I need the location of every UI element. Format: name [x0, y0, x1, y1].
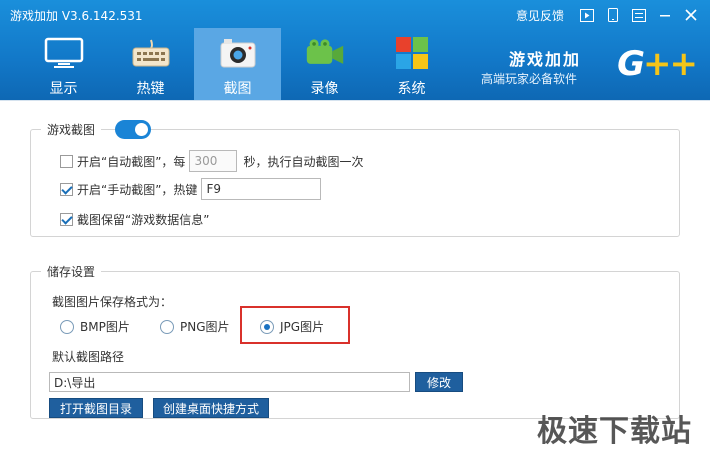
create-shortcut-button[interactable]: 创建桌面快捷方式 [153, 398, 269, 418]
video-camera-icon [305, 36, 345, 70]
settings-icon[interactable] [626, 0, 652, 30]
keep-info-label: 截图保留“游戏数据信息” [77, 213, 210, 227]
screenshot-enable-toggle[interactable] [115, 120, 151, 139]
tab-screenshot[interactable]: 截图 [194, 28, 281, 100]
format-png-option[interactable]: PNG图片 [160, 318, 230, 335]
app-header: 游戏加加 V3.6.142.531 意见反馈 显示 热键 截图 录像 系统 游戏… [0, 0, 710, 100]
brand-subtitle: 高端玩家必备软件 [481, 72, 578, 86]
tab-system[interactable]: 系统 [368, 28, 455, 100]
tab-label: 热键 [136, 81, 165, 97]
format-jpg-radio[interactable] [260, 319, 274, 334]
save-path-input[interactable]: D:\导出 [49, 372, 410, 392]
tab-label: 显示 [49, 81, 78, 97]
keep-info-checkbox[interactable] [60, 213, 73, 226]
format-jpg-option[interactable]: JPG图片 [260, 318, 324, 335]
format-png-radio[interactable] [160, 319, 174, 334]
app-title: 游戏加加 V3.6.142.531 [10, 9, 143, 23]
toggle-knob [135, 123, 148, 136]
auto-screenshot-checkbox[interactable] [60, 154, 73, 168]
auto-screenshot-row: 开启“自动截图”，每 300 秒，执行自动截图一次 [60, 150, 363, 172]
feedback-link[interactable]: 意见反馈 [516, 7, 564, 24]
format-bmp-option[interactable]: BMP图片 [60, 318, 130, 335]
tab-label: 系统 [397, 81, 426, 97]
tab-recording[interactable]: 录像 [281, 28, 368, 100]
manual-screenshot-checkbox[interactable] [60, 182, 73, 196]
monitor-icon [44, 36, 84, 70]
camera-icon [218, 36, 258, 70]
manual-screenshot-label: 开启“手动截图”，热键 [77, 182, 198, 197]
path-label: 默认截图路径 [52, 350, 125, 364]
format-bmp-radio[interactable] [60, 319, 74, 334]
title-bar-controls: 意见反馈 [516, 0, 710, 30]
system-grid-icon [392, 36, 432, 70]
format-png-label: PNG图片 [180, 320, 230, 334]
format-jpg-label: JPG图片 [280, 320, 325, 334]
brand-block: 游戏加加 高端玩家必备软件 G++ [481, 40, 698, 90]
format-label: 截图图片保存格式为： [52, 295, 173, 309]
auto-interval-input[interactable]: 300 [189, 150, 238, 172]
watermark: 极速下载站 [537, 414, 692, 449]
tab-display[interactable]: 显示 [20, 28, 107, 100]
tab-hotkey[interactable]: 热键 [107, 28, 194, 100]
auto-screenshot-label-prefix: 开启“自动截图”，每 [77, 154, 186, 169]
modify-path-button[interactable]: 修改 [415, 372, 463, 392]
settings-panel: 游戏截图 开启“自动截图”，每 300 秒，执行自动截图一次 开启“手动截图”，… [0, 100, 710, 460]
screenshot-group-legend: 游戏截图 [41, 121, 102, 138]
minimize-icon[interactable] [652, 0, 678, 30]
mobile-icon[interactable] [600, 0, 626, 30]
title-bar: 游戏加加 V3.6.142.531 意见反馈 [0, 0, 710, 30]
tab-label: 录像 [310, 81, 339, 97]
brand-title: 游戏加加 [509, 50, 582, 69]
path-label-row: 默认截图路径 [52, 348, 124, 365]
play-video-icon[interactable] [574, 0, 600, 30]
open-screenshot-dir-button[interactable]: 打开截图目录 [49, 398, 143, 418]
storage-group-legend: 储存设置 [41, 263, 102, 280]
close-icon[interactable] [678, 0, 704, 30]
brand-logo-g: G [617, 44, 645, 84]
brand-logo: G++ [617, 44, 698, 84]
keyboard-icon [131, 36, 171, 70]
hotkey-input[interactable]: F9 [201, 178, 322, 200]
format-label-row: 截图图片保存格式为： [52, 293, 172, 310]
keep-info-row: 截图保留“游戏数据信息” [60, 211, 209, 228]
manual-screenshot-row: 开启“手动截图”，热键 F9 [60, 178, 322, 200]
tab-label: 截图 [223, 81, 252, 97]
format-bmp-label: BMP图片 [80, 320, 130, 334]
brand-logo-plus: ++ [643, 44, 698, 84]
main-nav: 显示 热键 截图 录像 系统 [20, 28, 455, 100]
auto-screenshot-label-suffix: 秒，执行自动截图一次 [243, 154, 364, 169]
